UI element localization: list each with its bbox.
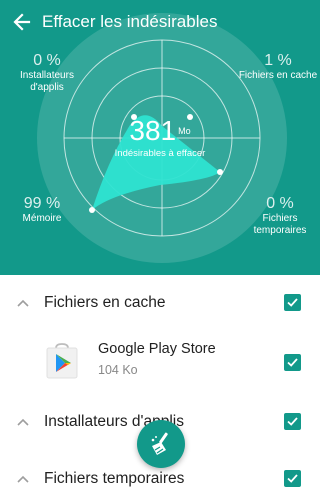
chevron-up-icon[interactable]: [16, 473, 30, 487]
chevron-up-icon[interactable]: [16, 416, 30, 430]
stat-temp: 0 % Fichiers temporaires: [240, 195, 320, 237]
top-app-bar: Effacer les indésirables: [0, 0, 320, 44]
play-store-icon: [46, 343, 78, 379]
checkbox-temp[interactable]: [284, 470, 301, 487]
total-junk-label: Indésirables à effacer: [114, 148, 206, 159]
stat-cache: 1 % Fichiers en cache: [236, 52, 320, 82]
header-panel: Effacer les indésirables 381 Mo Indésira…: [0, 0, 320, 275]
checkmark-icon: [287, 417, 298, 426]
arrow-left-icon: [13, 13, 31, 31]
checkbox-cache[interactable]: [284, 294, 301, 311]
app-size: 104 Ko: [98, 363, 138, 377]
stat-memory: 99 % Mémoire: [10, 195, 74, 225]
checkmark-icon: [287, 358, 298, 367]
total-junk-summary: 381 Mo Indésirables à effacer: [110, 116, 210, 160]
chevron-up-icon[interactable]: [16, 297, 30, 311]
stat-temp-label: Fichiers temporaires: [253, 213, 307, 236]
total-junk-unit: Mo: [178, 126, 191, 136]
stat-temp-percent: 0 %: [266, 195, 294, 212]
broom-icon: [151, 432, 168, 455]
radar-point-temp: [217, 169, 223, 175]
stat-cache-percent: 1 %: [264, 52, 292, 69]
section-header-cache[interactable]: Fichiers en cache: [0, 287, 320, 319]
checkbox-installers[interactable]: [284, 413, 301, 430]
stat-installers-label: Installateurs d'applis: [20, 70, 74, 93]
stat-cache-label: Fichiers en cache: [238, 70, 318, 81]
checkbox-app-play-store[interactable]: [284, 354, 301, 371]
back-button[interactable]: [2, 2, 42, 42]
stat-installers: 0 % Installateurs d'applis: [8, 52, 86, 94]
stat-memory-percent: 99 %: [23, 195, 61, 212]
section-label-temp: Fichiers temporaires: [44, 470, 185, 487]
radar-point-memory: [89, 207, 95, 213]
checkmark-icon: [287, 298, 298, 307]
checkmark-icon: [287, 474, 298, 483]
page-title: Effacer les indésirables: [42, 12, 218, 31]
total-junk-value: 381: [129, 115, 177, 146]
stat-memory-label: Mémoire: [22, 213, 62, 224]
app-name: Google Play Store: [98, 341, 216, 357]
app-item-play-store[interactable]: Google Play Store 104 Ko: [0, 339, 320, 383]
clean-fab-button[interactable]: [137, 420, 185, 468]
section-header-temp[interactable]: Fichiers temporaires: [0, 465, 320, 497]
section-label-cache: Fichiers en cache: [44, 294, 166, 311]
stat-installers-percent: 0 %: [33, 52, 61, 69]
